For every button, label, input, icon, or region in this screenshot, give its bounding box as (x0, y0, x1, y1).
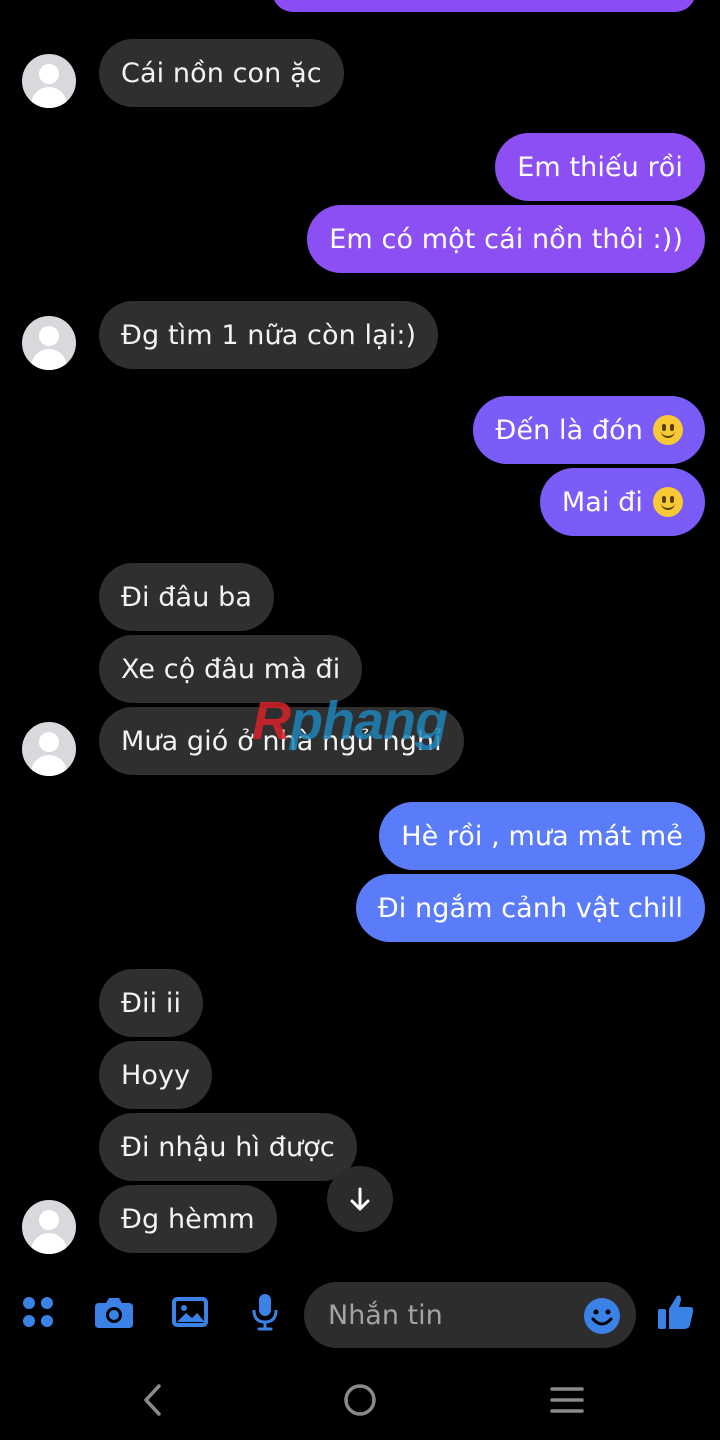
message-text: Đg tìm 1 nữa còn lại:) (121, 319, 417, 351)
message-text: Đi ngắm cảnh vật chill (377, 892, 683, 924)
contact-avatar[interactable] (22, 54, 76, 108)
incoming-message[interactable]: Đi đâu ba (99, 563, 274, 631)
message-text: Đi đâu ba (121, 581, 252, 613)
message-text: Xe cộ đâu mà đi (121, 653, 341, 685)
incoming-message[interactable]: Mưa gió ở nhà ngủ nghỉ (99, 707, 464, 775)
incoming-message[interactable]: Đii ii (99, 969, 204, 1037)
outgoing-message[interactable]: Đến là đón (473, 396, 705, 464)
apps-icon[interactable] (16, 1290, 60, 1334)
slightly-smiling-face-icon (653, 487, 683, 517)
message-text: Đg hèmm (121, 1203, 255, 1235)
message-text: Em thiếu rồi (517, 151, 683, 183)
incoming-message[interactable]: Cái nồn con ặc (99, 39, 344, 107)
incoming-message[interactable]: Đg hèmm (99, 1185, 277, 1253)
emoji-icon[interactable] (583, 1297, 621, 1335)
outgoing-message[interactable]: Em thiếu rồi (495, 133, 705, 201)
outgoing-message[interactable]: Mai đi (539, 468, 705, 536)
like-thumb-icon[interactable] (653, 1290, 699, 1334)
incoming-message[interactable]: Xe cộ đâu mà đi (99, 635, 363, 703)
slightly-smiling-face-icon (653, 415, 683, 445)
message-text: Cái nồn con ặc (121, 57, 322, 89)
message-text: Hè rồi , mưa mát mẻ (401, 820, 683, 852)
outgoing-message[interactable]: Em có một cái nồn thôi :)) (307, 205, 705, 273)
home-icon[interactable] (336, 1376, 384, 1424)
outgoing-message[interactable]: Đi ngắm cảnh vật chill (355, 874, 705, 942)
back-icon[interactable] (129, 1376, 177, 1424)
contact-avatar[interactable] (22, 722, 76, 776)
recent-apps-icon[interactable] (543, 1376, 591, 1424)
incoming-message[interactable]: Đi nhậu hì được (99, 1113, 357, 1181)
contact-avatar[interactable] (22, 1200, 76, 1254)
camera-icon[interactable] (92, 1290, 136, 1334)
message-text: Đến là đón (495, 414, 643, 446)
contact-avatar[interactable] (22, 316, 76, 370)
incoming-message[interactable]: Hoyy (99, 1041, 213, 1109)
arrow-down-icon (350, 1187, 370, 1211)
message-input-placeholder: Nhắn tin (328, 1299, 443, 1331)
outgoing-message[interactable]: Hè rồi , mưa mát mẻ (379, 802, 705, 870)
message-text: Đii ii (121, 987, 182, 1019)
scroll-down-button[interactable] (327, 1166, 393, 1232)
message-text: Đi nhậu hì được (121, 1131, 335, 1163)
message-text: Hoyy (121, 1059, 191, 1091)
microphone-icon[interactable] (243, 1290, 287, 1334)
incoming-message[interactable]: Đg tìm 1 nữa còn lại:) (99, 301, 439, 369)
message-text: Em có một cái nồn thôi :)) (329, 223, 683, 255)
gallery-icon[interactable] (168, 1290, 212, 1334)
message-text: Mưa gió ở nhà ngủ nghỉ (121, 725, 442, 757)
message-text: Mai đi (561, 486, 643, 518)
previous-message-bubble-edge (272, 0, 696, 12)
